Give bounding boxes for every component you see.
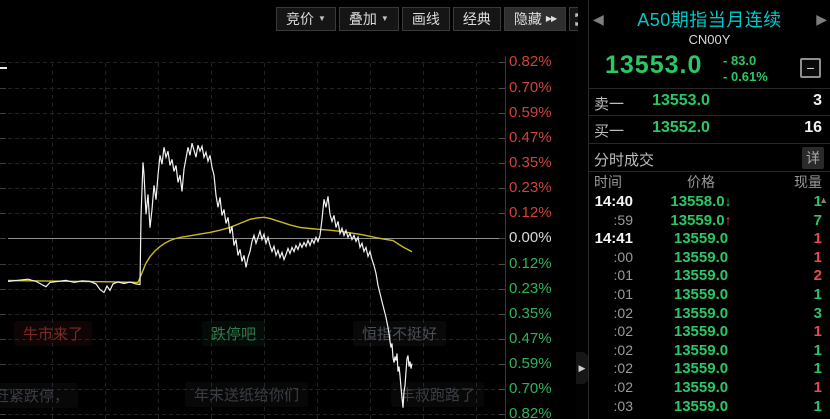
quote-panel: ◀ A50期指当月连续 ▶ CN00Y 13553.0 - 83.0 - 0.6…	[588, 0, 830, 419]
trade-volume: 2	[813, 267, 822, 285]
trade-direction-icon: ↓	[724, 193, 732, 209]
bid-price: 13552.0	[652, 119, 710, 136]
trade-time: 14:41	[594, 230, 633, 248]
tape-row: :02 13559.0 1	[589, 341, 830, 360]
expand-icon	[575, 12, 578, 26]
trade-volume: 1	[813, 397, 822, 415]
tape-section-header: 分时成交 详	[589, 144, 830, 171]
chart-toolbar: 竞价 ▼ 叠加 ▼ 画线 经典 隐藏 ▶▶	[276, 7, 578, 31]
trade-time: 14:40	[594, 193, 633, 210]
tape-row: 14:40 13558.0↓ 1	[589, 192, 830, 211]
trading-app-window: 竞价 ▼ 叠加 ▼ 画线 经典 隐藏 ▶▶ 0.82% 0.70% 0.59% 0.47% 0.35%…	[0, 0, 830, 419]
average-line	[7, 216, 413, 284]
trade-time: :02	[613, 378, 633, 395]
fullscreen-expand-button[interactable]	[569, 7, 578, 31]
trade-volume: 1	[813, 360, 822, 378]
tape-row: :03 13559.0 1	[589, 415, 830, 419]
trade-time: :02	[613, 304, 633, 321]
trade-volume: 1	[813, 378, 822, 396]
instrument-code: CN00Y	[688, 32, 731, 47]
chevron-down-icon: ▼	[318, 14, 326, 23]
tape-detail-button[interactable]: 详	[802, 147, 824, 169]
intraday-chart-panel[interactable]: 竞价 ▼ 叠加 ▼ 画线 经典 隐藏 ▶▶ 0.82% 0.70% 0.59% 0.47% 0.35%…	[0, 0, 578, 419]
tape-header-volume: 现量	[794, 174, 822, 190]
tape-row: :02 13559.0 3	[589, 304, 830, 323]
trade-price: 13559.0	[673, 323, 729, 341]
trade-time: :02	[613, 323, 633, 340]
tape-list[interactable]: 14:40 13558.0↓ 1 :59 13559.0↑ 7 14:41 13…	[589, 192, 830, 419]
tape-row: :02 13559.0 1	[589, 359, 830, 378]
last-price: 13553.0	[605, 51, 703, 79]
change-value: - 83.0	[723, 53, 757, 68]
trade-direction-icon: ↑	[724, 211, 732, 228]
tape-header-price: 价格	[687, 174, 715, 190]
intraday-plot[interactable]	[0, 0, 578, 419]
trade-time: :02	[613, 360, 633, 377]
trade-price: 13559.0	[673, 267, 729, 285]
double-arrow-icon: ▶▶	[545, 14, 557, 23]
scroll-up-icon[interactable]: ▲	[819, 195, 828, 205]
toolbar-button-画线[interactable]: 画线	[401, 7, 450, 31]
trade-volume: 1	[813, 323, 822, 341]
tape-row: :00 13559.0 1	[589, 248, 830, 267]
tape-row: :01 13559.0 2	[589, 266, 830, 285]
tape-section-label: 分时成交	[594, 152, 655, 169]
trade-time: :59	[613, 211, 633, 228]
trade-time: :03	[613, 397, 633, 414]
trade-volume: 1	[813, 285, 822, 303]
trade-volume: 1	[813, 248, 822, 266]
toolbar-button-经典[interactable]: 经典	[452, 7, 501, 31]
trade-price: 13559.0	[673, 304, 729, 322]
toolbar-button-label: 竞价	[286, 11, 314, 27]
next-instrument-button[interactable]: ▶	[816, 11, 827, 28]
trade-time: :01	[613, 285, 633, 302]
trade-price: 13559.0	[673, 230, 729, 248]
toolbar-button-竞价[interactable]: 竞价 ▼	[276, 7, 336, 31]
trade-price: 13559.0	[673, 360, 729, 378]
tape-row: :01 13559.0 1	[589, 285, 830, 304]
toolbar-button-label: 画线	[411, 11, 440, 27]
bid-row: 买一 13552.0 16	[589, 116, 830, 142]
trade-time: :00	[613, 248, 633, 265]
toolbar-button-叠加[interactable]: 叠加 ▼	[338, 7, 399, 31]
trade-price: 13559.0↑	[670, 211, 732, 229]
trade-price: 13559.0	[673, 285, 729, 303]
chevron-right-icon: ▶	[578, 362, 586, 373]
chevron-down-icon: ▼	[380, 14, 389, 23]
trade-price: 13558.0↓	[670, 193, 732, 210]
trade-time: :02	[613, 341, 633, 358]
collapse-quote-button[interactable]: −	[800, 58, 821, 78]
trade-volume: 1	[813, 341, 822, 359]
tape-row: :02 13559.0 1	[589, 378, 830, 397]
trade-volume: 3	[813, 304, 822, 322]
price-change: - 83.0 - 0.61%	[723, 53, 768, 85]
instrument-title: A50期指当月连续	[637, 10, 782, 30]
toolbar-button-label: 叠加	[348, 11, 377, 27]
tape-header-time: 时间	[594, 174, 622, 190]
toolbar-button-label: 隐藏	[513, 11, 542, 27]
trade-price: 13559.0	[673, 248, 729, 266]
tape-row: :59 13559.0↑ 7	[589, 211, 830, 230]
trade-price: 13559.0	[673, 341, 729, 359]
trade-price: 13559.0	[673, 397, 729, 415]
bid-quantity: 16	[804, 119, 822, 136]
toolbar-button-label: 经典	[462, 11, 491, 27]
ask-row: 卖一 13553.0 3	[589, 89, 830, 115]
toolbar-button-隐藏[interactable]: 隐藏 ▶▶	[503, 7, 567, 31]
ask-quantity: 3	[813, 92, 822, 109]
trade-volume: 1	[813, 230, 822, 248]
trade-volume: 7	[813, 211, 822, 229]
change-percent: - 0.61%	[723, 69, 768, 84]
tape-row: :02 13559.0 1	[589, 322, 830, 341]
trade-price: 13559.0	[673, 378, 729, 396]
trade-time: :01	[613, 267, 633, 284]
prev-instrument-button[interactable]: ◀	[593, 11, 604, 28]
tape-row: 14:41 13559.0 1	[589, 229, 830, 248]
tape-header: 时间 价格 现量	[589, 172, 830, 192]
price-line	[7, 143, 413, 408]
tape-row: :03 13559.0 1	[589, 397, 830, 416]
ask-price: 13553.0	[652, 92, 710, 109]
